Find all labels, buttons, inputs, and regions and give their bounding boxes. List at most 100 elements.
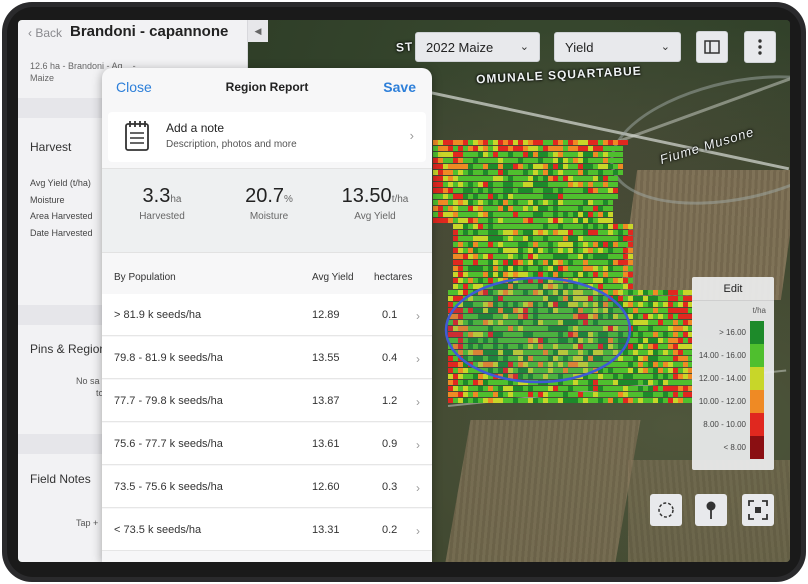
heatmap-cell <box>608 254 613 259</box>
heatmap-cell <box>493 170 498 175</box>
split-view-button[interactable] <box>696 31 728 63</box>
layer-dropdown[interactable]: Yield ⌄ <box>554 32 681 62</box>
heatmap-cell <box>543 158 548 163</box>
heatmap-cell <box>583 146 588 151</box>
heatmap-cell <box>443 200 448 205</box>
heatmap-cell <box>623 362 628 367</box>
heatmap-cell <box>568 206 573 211</box>
save-button[interactable]: Save <box>383 79 416 95</box>
legend-unit: t/ha <box>752 306 766 315</box>
heatmap-cell <box>473 380 478 385</box>
heatmap-cell <box>433 194 438 199</box>
heatmap-cell <box>498 194 503 199</box>
heatmap-cell <box>658 332 663 337</box>
heatmap-cell <box>588 266 593 271</box>
heatmap-cell <box>523 164 528 169</box>
heatmap-cell <box>603 182 608 187</box>
population-row[interactable]: > 81.9 k seeds/ha 12.89 0.1 › <box>102 294 432 336</box>
heatmap-cell <box>463 248 468 253</box>
heatmap-cell <box>593 272 598 277</box>
heatmap-cell <box>573 236 578 241</box>
add-note-button[interactable]: Add a note Description, photos and more … <box>108 112 426 162</box>
heatmap-cell <box>473 254 478 259</box>
collapse-sidebar-button[interactable]: ◀ <box>248 20 268 42</box>
draw-region-button[interactable] <box>650 494 682 526</box>
drop-pin-button[interactable] <box>695 494 727 526</box>
heatmap-cell <box>678 368 683 373</box>
season-dropdown[interactable]: 2022 Maize ⌄ <box>415 32 540 62</box>
heatmap-cell <box>478 248 483 253</box>
heatmap-cell <box>563 392 568 397</box>
heatmap-cell <box>448 212 453 217</box>
heatmap-cell <box>618 278 623 283</box>
heatmap-cell <box>573 266 578 271</box>
heatmap-cell <box>503 392 508 397</box>
heatmap-cell <box>488 236 493 241</box>
heatmap-cell <box>453 290 458 295</box>
heatmap-cell <box>623 284 628 289</box>
chevron-right-icon: › <box>416 438 420 452</box>
heatmap-cell <box>618 242 623 247</box>
population-row[interactable]: 79.8 - 81.9 k seeds/ha 13.55 0.4 › <box>102 337 432 379</box>
heatmap-cell <box>463 188 468 193</box>
heatmap-cell <box>558 188 563 193</box>
heatmap-cell <box>573 164 578 169</box>
heatmap-cell <box>443 218 448 223</box>
legend-edit-button[interactable]: Edit <box>692 277 774 301</box>
heatmap-cell <box>603 392 608 397</box>
population-row[interactable]: < 73.5 k seeds/ha 13.31 0.2 › <box>102 509 432 551</box>
heatmap-cell <box>588 140 593 145</box>
heatmap-cell <box>573 194 578 199</box>
heatmap-cell <box>488 200 493 205</box>
heatmap-cell <box>443 182 448 187</box>
focus-field-button[interactable] <box>742 494 774 526</box>
heatmap-cell <box>588 254 593 259</box>
more-options-button[interactable] <box>744 31 776 63</box>
population-row[interactable]: 77.7 - 79.8 k seeds/ha 13.87 1.2 › <box>102 380 432 422</box>
heatmap-cell <box>483 140 488 145</box>
heatmap-cell <box>583 152 588 157</box>
heatmap-cell <box>608 266 613 271</box>
heatmap-cell <box>503 146 508 151</box>
heatmap-cell <box>663 380 668 385</box>
heatmap-cell <box>648 296 653 301</box>
heatmap-cell <box>678 326 683 331</box>
heatmap-cell <box>443 170 448 175</box>
heatmap-cell <box>583 182 588 187</box>
stat-label: Moisture <box>249 211 289 222</box>
heatmap-cell <box>598 200 603 205</box>
heatmap-cell <box>593 152 598 157</box>
heatmap-cell <box>628 374 633 379</box>
heatmap-cell <box>463 224 468 229</box>
heatmap-cell <box>513 200 518 205</box>
heatmap-cell <box>568 272 573 277</box>
chevron-right-icon: › <box>409 128 414 143</box>
heatmap-cell <box>673 302 678 307</box>
heatmap-cell <box>543 164 548 169</box>
selected-region-outline[interactable] <box>444 276 632 384</box>
heatmap-cell <box>568 398 573 403</box>
back-button[interactable]: ‹ Back <box>28 26 62 40</box>
heatmap-cell <box>483 182 488 187</box>
heatmap-cell <box>593 212 598 217</box>
stat-unit: t/ha <box>391 194 409 205</box>
heatmap-cell <box>658 368 663 373</box>
heatmap-cell <box>503 152 508 157</box>
heatmap-cell <box>473 224 478 229</box>
heatmap-cell <box>468 392 473 397</box>
heatmap-cell <box>678 344 683 349</box>
population-row[interactable]: 75.6 - 77.7 k seeds/ha 13.61 0.9 › <box>102 423 432 465</box>
heatmap-cell <box>478 254 483 259</box>
heatmap-cell <box>613 386 618 391</box>
heatmap-cell <box>568 164 573 169</box>
population-row[interactable]: 73.5 - 75.6 k seeds/ha 12.60 0.3 › <box>102 466 432 508</box>
heatmap-cell <box>518 254 523 259</box>
heatmap-cell <box>508 212 513 217</box>
heatmap-cell <box>478 392 483 397</box>
heatmap-cell <box>598 260 603 265</box>
heatmap-cell <box>568 248 573 253</box>
heatmap-cell <box>478 176 483 181</box>
heatmap-cell <box>598 398 603 403</box>
heatmap-cell <box>613 140 618 145</box>
heatmap-cell <box>538 398 543 403</box>
